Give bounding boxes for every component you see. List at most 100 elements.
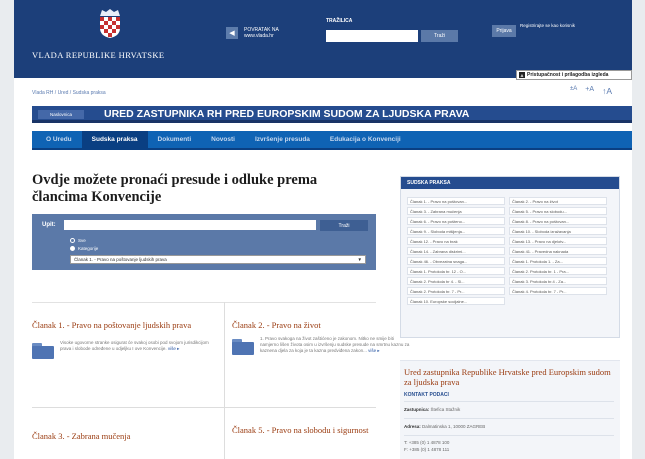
case-search-panel: Upit: Traži Sve Kategorije Članak 1. - P… — [32, 214, 376, 270]
article-excerpt-text: Visoke ugovorne stranke osigurat će svak… — [60, 340, 209, 351]
contact-divider — [404, 435, 614, 436]
back-link-text: POVRATAK NA www.vlada.hr — [244, 27, 279, 39]
contact-divider — [404, 401, 614, 402]
nav-tab-novosti[interactable]: Novosti — [201, 131, 245, 148]
article-title-link[interactable]: Članak 1. - Pravo na poštovanje ljudskih… — [32, 320, 210, 330]
case-law-item[interactable]: Članak 9. - Sloboda mišljenja... — [407, 227, 505, 235]
font-size-controls: ±A +A ↑A — [570, 86, 612, 96]
folder-icon — [32, 343, 54, 359]
nav-tab-izvrsenje-presuda[interactable]: Izvršenje presuda — [245, 131, 320, 148]
case-law-item[interactable]: Članak 10. Europske socijalne... — [407, 297, 505, 305]
category-select-value: Članak 1. - Pravo na poštovanje ljudskih… — [74, 257, 167, 262]
nav-tab-o-uredu[interactable]: O Uredu — [36, 131, 82, 148]
back-to-vlada-link[interactable]: ◀ POVRATAK NA www.vlada.hr — [226, 22, 304, 44]
case-law-item[interactable]: Članak 41. - Pravedna naknada — [509, 247, 607, 255]
search-label: TRAŽILICA — [326, 18, 353, 24]
article-card: Članak 2. - Pravo na život 1. Pravo svak… — [232, 320, 410, 355]
case-law-item[interactable]: Članak 1. - Pravo na poštovan... — [407, 197, 505, 205]
nav-tab-edukacija[interactable]: Edukacija o Konvenciji — [320, 131, 411, 148]
article-excerpt-text: 1. Pravo svakoga na život zaštićeno je z… — [260, 336, 410, 353]
case-law-list: Članak 1. - Pravo na poštovan... Članak … — [407, 197, 607, 305]
article-card: Članak 1. - Pravo na poštovanje ljudskih… — [32, 320, 210, 359]
case-law-item[interactable]: Članak 1. Protokola 1. - Za... — [509, 257, 607, 265]
radio-all[interactable] — [70, 238, 75, 243]
nav-tab-dokumenti[interactable]: Dokumenti — [148, 131, 202, 148]
site-name: VLADA REPUBLIKE HRVATSKE — [32, 50, 165, 60]
representative-value: Štefica Stažnik — [430, 407, 461, 412]
read-more-link[interactable]: više ▸ — [368, 348, 380, 353]
contact-divider — [404, 418, 614, 419]
contact-fax: F: +385 (0) 1 4878 111 — [404, 447, 450, 452]
login-button[interactable]: Prijava — [492, 25, 516, 37]
case-law-item[interactable]: Članak 4. Protokola br. 7 - Pr... — [509, 287, 607, 295]
case-law-item[interactable]: Članak 8. - Pravo na poštovan... — [509, 217, 607, 225]
case-law-item[interactable]: Članak 2. Protokola br. 7 - Pr... — [407, 287, 505, 295]
article-excerpt: 1. Pravo svakoga na život zaštićeno je z… — [260, 336, 410, 355]
category-select[interactable]: Članak 1. - Pravo na poštovanje ljudskih… — [70, 255, 366, 264]
article-title-link[interactable]: Članak 5. - Pravo na slobodu i sigurnost — [232, 425, 410, 435]
article-divider-horizontal — [32, 407, 376, 408]
article-divider-top — [32, 302, 376, 303]
article-title-link[interactable]: Članak 3. - Zabrana mučenja — [32, 431, 210, 441]
office-title: URED ZASTUPNIKA RH PRED EUROPSKIM SUDOM … — [104, 108, 470, 120]
folder-icon — [232, 339, 254, 355]
font-size-increase-button[interactable]: +A — [585, 86, 594, 96]
case-law-item[interactable]: Članak 12. - Pravo na brak — [407, 237, 505, 245]
radio-all-option[interactable]: Sve — [70, 238, 86, 243]
case-law-item[interactable]: Članak 10. - Sloboda izražavanja — [509, 227, 607, 235]
query-input[interactable] — [64, 220, 316, 230]
header-search-button[interactable]: Traži — [421, 30, 458, 42]
accessibility-link[interactable]: A Pristupačnost i prilagodba izgleda — [516, 70, 632, 80]
case-law-item[interactable]: Članak 13. - Pravo na djelotv... — [509, 237, 607, 245]
article-excerpt: Visoke ugovorne stranke osigurat će svak… — [60, 340, 210, 359]
article-divider-vertical — [224, 302, 225, 459]
address-value: Dalmatinska 1, 10000 ZAGREB — [422, 424, 486, 429]
page: VLADA REPUBLIKE HRVATSKE ◀ POVRATAK NA w… — [14, 0, 632, 459]
article-title-link[interactable]: Članak 2. - Pravo na život — [232, 320, 410, 330]
case-law-item[interactable]: Članak 2. - Pravo na život — [509, 197, 607, 205]
case-law-item[interactable]: Članak 6. - Pravo na pošteno... — [407, 217, 505, 225]
radio-category-option[interactable]: Kategorije — [70, 246, 98, 251]
article-body: Visoke ugovorne stranke osigurat će svak… — [32, 340, 210, 359]
site-logo[interactable]: VLADA REPUBLIKE HRVATSKE — [32, 8, 192, 70]
address-label: Adresa: — [404, 424, 421, 429]
case-law-item[interactable]: Članak 5. - Pravo na slobodu... — [509, 207, 607, 215]
contact-phone: T: +385 (0) 1 4878 100 — [404, 440, 450, 445]
contact-heading: KONTAKT PODACI — [404, 392, 449, 398]
radio-category[interactable] — [70, 246, 75, 251]
contact-box: Ured zastupnika Republike Hrvatske pred … — [400, 360, 620, 459]
case-law-item[interactable]: Članak 3. Protokola br.4 - Za... — [509, 277, 607, 285]
site-header: VLADA REPUBLIKE HRVATSKE ◀ POVRATAK NA w… — [14, 0, 632, 80]
nav-tab-sudska-praksa[interactable]: Sudska praksa — [81, 131, 148, 148]
case-law-item[interactable]: Članak 2. Protokola br 4. - Sl... — [407, 277, 505, 285]
accessibility-label: Pristupačnost i prilagodba izgleda — [527, 72, 609, 78]
chevron-down-icon: ▼ — [357, 257, 362, 262]
font-size-max-button[interactable]: ↑A — [602, 86, 612, 96]
font-size-reset-button[interactable]: ±A — [570, 86, 577, 96]
register-link[interactable]: Registrirajte se kao korisnik — [520, 22, 580, 29]
article-body: 1. Pravo svakoga na život zaštićeno je z… — [232, 336, 410, 355]
case-law-item[interactable]: Članak 1. Protokola br. 12 - O... — [407, 267, 505, 275]
representative-label: Zastupnica: — [404, 407, 430, 412]
case-law-heading: SUDSKA PRAKSA — [401, 177, 619, 189]
case-law-item[interactable]: Članak 46. - Obvezatna snaga... — [407, 257, 505, 265]
query-label: Upit: — [42, 222, 56, 228]
case-law-item[interactable]: Članak 3. - Zabrana mučenja — [407, 207, 505, 215]
radio-category-label: Kategorije — [78, 246, 99, 251]
contact-address: Adresa: Dalmatinska 1, 10000 ZAGREB — [404, 424, 485, 429]
breadcrumb[interactable]: Vlada RH / Ured / Sudska praksa — [32, 90, 106, 96]
query-search-button[interactable]: Traži — [320, 220, 368, 231]
radio-all-label: Sve — [78, 238, 86, 243]
header-search-input[interactable] — [326, 30, 418, 42]
page-title: Ovdje možete pronaći presude i odluke pr… — [32, 172, 318, 205]
nav-divider — [32, 148, 632, 150]
accessibility-icon: A — [519, 72, 525, 78]
article-card: Članak 3. - Zabrana mučenja — [32, 431, 210, 441]
read-more-link[interactable]: više ▸ — [168, 346, 180, 351]
case-law-item[interactable]: Članak 14. - Zabrana diskrimi... — [407, 247, 505, 255]
office-title-bar: Naslovnica URED ZASTUPNIKA RH PRED EUROP… — [32, 106, 632, 123]
case-law-item[interactable]: Članak 2. Protokola br. 1 - Pra... — [509, 267, 607, 275]
home-tag[interactable]: Naslovnica — [38, 110, 84, 119]
contact-title: Ured zastupnika Republike Hrvatske pred … — [404, 367, 611, 387]
article-card: Članak 5. - Pravo na slobodu i sigurnost — [232, 425, 410, 435]
